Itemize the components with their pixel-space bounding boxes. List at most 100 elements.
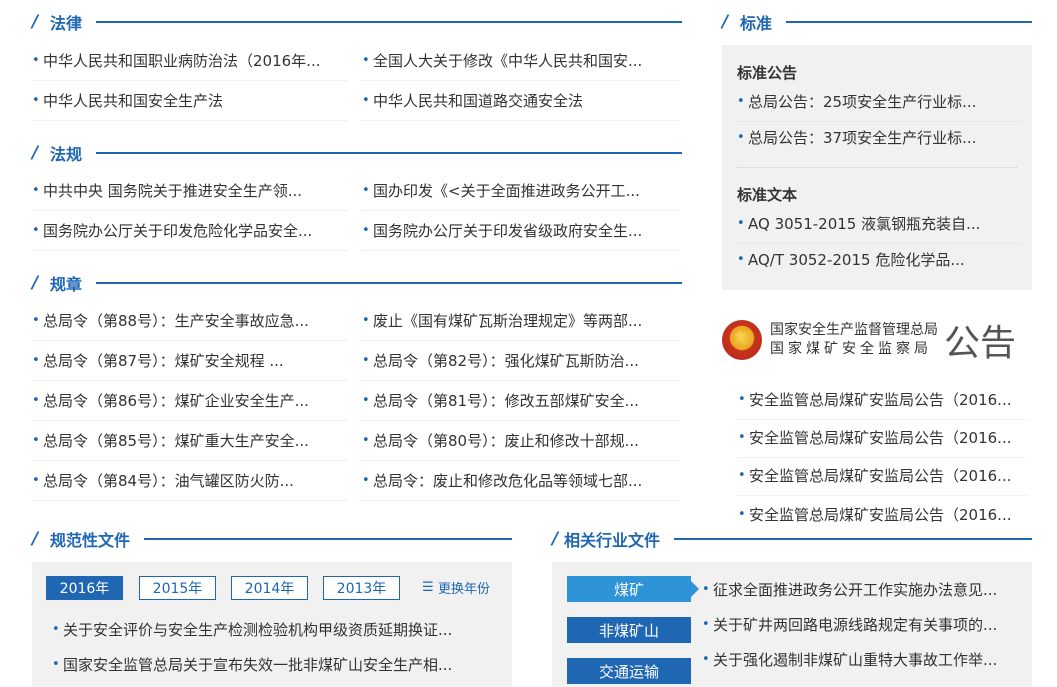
standard-text-link[interactable]: • AQ 3051-2015 液氯钢瓶充装自... bbox=[737, 204, 1022, 244]
rule-link[interactable]: • 总局令（第80号）：废止和修改十部规... bbox=[362, 421, 680, 461]
section-rule bbox=[144, 538, 512, 540]
bullet-icon: • bbox=[362, 353, 370, 368]
bullet-icon: • bbox=[362, 473, 370, 488]
year-tab-2015[interactable]: 2015年 bbox=[139, 576, 216, 600]
switch-year-button[interactable]: ☰ 更换年份 bbox=[422, 578, 490, 597]
bullet-icon: • bbox=[738, 430, 746, 445]
category-transportation[interactable]: 交通运输 bbox=[567, 658, 691, 684]
year-tab-2016[interactable]: 2016年 bbox=[46, 576, 123, 600]
bullet-icon: • bbox=[32, 53, 40, 68]
standards-panel: 标准公告 • 总局公告：25项安全生产行业标... • 总局公告：37项安全生产行业… bbox=[722, 45, 1032, 290]
rule-link[interactable]: • 总局令（第82号）：强化煤矿瓦斯防治... bbox=[362, 341, 680, 381]
bullet-icon: • bbox=[737, 94, 745, 109]
standard-announcement-link[interactable]: • 总局公告：25项安全生产行业标... bbox=[737, 82, 1022, 122]
section-rule bbox=[786, 21, 1032, 23]
industry-section-header: / 相关行业文件 bbox=[552, 527, 1032, 551]
law-link[interactable]: • 中华人民共和国道路交通安全法 bbox=[362, 81, 680, 121]
switch-year-label: 更换年份 bbox=[438, 582, 491, 597]
normative-section-header: / 规范性文件 bbox=[32, 527, 512, 551]
regulations-section-header: / 法规 bbox=[32, 141, 682, 165]
year-tab-2013[interactable]: 2013年 bbox=[323, 576, 400, 600]
announcement-link[interactable]: • 安全监管总局煤矿安监局公告（2016... bbox=[738, 418, 1028, 458]
section-slash-icon: / bbox=[32, 273, 39, 293]
law-link[interactable]: • 中华人民共和国职业病防治法（2016年... bbox=[32, 41, 347, 81]
laws-section-header: / 法律 bbox=[32, 10, 682, 34]
rules-section-header: / 规章 bbox=[32, 271, 682, 295]
bullet-icon: • bbox=[32, 223, 40, 238]
bullet-icon: • bbox=[737, 216, 745, 231]
standard-text-link[interactable]: • AQ/T 3052-2015 危险化学品... bbox=[737, 239, 1022, 279]
announcement-link[interactable]: • 安全监管总局煤矿安监局公告（2016... bbox=[738, 380, 1028, 420]
bullet-icon: • bbox=[32, 433, 40, 448]
rule-link[interactable]: • 总局令（第81号）：修改五部煤矿安全... bbox=[362, 381, 680, 421]
bullet-icon: • bbox=[738, 468, 746, 483]
year-tab-2014[interactable]: 2014年 bbox=[231, 576, 308, 600]
category-non-coal-mine[interactable]: 非煤矿山 bbox=[567, 617, 691, 643]
industry-link[interactable]: • 关于强化遏制非煤矿山重特大事故工作举... bbox=[702, 639, 1024, 679]
bullet-icon: • bbox=[362, 313, 370, 328]
announcements-big-label: 公告 bbox=[944, 323, 1017, 364]
category-coal-mine[interactable]: 煤矿 bbox=[567, 576, 699, 602]
laws-title[interactable]: 法律 bbox=[50, 10, 82, 34]
national-emblem-icon bbox=[722, 320, 762, 360]
regulation-link[interactable]: • 国务院办公厅关于印发危险化学品安全... bbox=[32, 211, 347, 251]
rule-link[interactable]: • 总局令（第84号）：油气罐区防火防... bbox=[32, 461, 347, 501]
section-slash-icon: / bbox=[552, 529, 559, 549]
bullet-icon: • bbox=[702, 581, 710, 597]
regulations-title[interactable]: 法规 bbox=[50, 141, 82, 165]
agency-line1: 国家安全生产监督管理总局 bbox=[770, 322, 938, 338]
section-rule bbox=[96, 152, 682, 154]
section-slash-icon: / bbox=[32, 529, 39, 549]
normative-panel: 2016年 2015年 2014年 2013年 ☰ 更换年份 • 关于安全评价与安… bbox=[32, 562, 512, 687]
bullet-icon: • bbox=[32, 93, 40, 108]
rules-title[interactable]: 规章 bbox=[50, 271, 82, 295]
section-slash-icon: / bbox=[32, 143, 39, 163]
normative-link[interactable]: • 关于安全评价与安全生产检测检验机构甲级资质延期换证... bbox=[52, 609, 502, 649]
bullet-icon: • bbox=[32, 183, 40, 198]
standards-divider bbox=[737, 167, 1017, 168]
bullet-icon: • bbox=[362, 223, 370, 238]
industry-panel: 煤矿 非煤矿山 交通运输 • 征求全面推进政务公开工作实施办法意见... • 关于矿… bbox=[552, 562, 1032, 687]
bullet-icon: • bbox=[52, 656, 60, 672]
normative-title[interactable]: 规范性文件 bbox=[50, 527, 130, 551]
rule-link[interactable]: • 总局令（第86号）：煤矿企业安全生产... bbox=[32, 381, 347, 421]
announcements-banner[interactable]: 国家安全生产监督管理总局 国家煤矿安全监察局 公告 bbox=[722, 310, 1032, 370]
industry-link[interactable]: • 征求全面推进政务公开工作实施办法意见... bbox=[702, 569, 1024, 609]
section-slash-icon: / bbox=[722, 12, 729, 32]
bullet-icon: • bbox=[737, 251, 745, 267]
bullet-icon: • bbox=[362, 93, 370, 108]
section-rule bbox=[96, 282, 682, 284]
industry-title[interactable]: 相关行业文件 bbox=[564, 527, 660, 551]
bullet-icon: • bbox=[738, 392, 746, 407]
standard-announcement-link[interactable]: • 总局公告：37项安全生产行业标... bbox=[737, 117, 1022, 157]
bullet-icon: • bbox=[702, 616, 710, 632]
announcement-link[interactable]: • 安全监管总局煤矿安监局公告（2016... bbox=[738, 456, 1028, 496]
regulation-link[interactable]: • 国办印发《<关于全面推进政务公开工... bbox=[362, 171, 680, 211]
section-slash-icon: / bbox=[32, 12, 39, 32]
bullet-icon: • bbox=[32, 473, 40, 488]
agency-line2: 国家煤矿安全监察局 bbox=[770, 341, 932, 357]
law-link[interactable]: • 中华人民共和国安全生产法 bbox=[32, 81, 347, 121]
rule-link[interactable]: • 总局令：废止和修改危化品等领域七部... bbox=[362, 461, 680, 501]
regulation-link[interactable]: • 中共中央 国务院关于推进安全生产领... bbox=[32, 171, 347, 211]
standards-texts-title[interactable]: 标准文本 bbox=[737, 184, 797, 205]
bullet-icon: • bbox=[52, 621, 60, 637]
rule-link[interactable]: • 总局令（第85号）：煤矿重大生产安全... bbox=[32, 421, 347, 461]
rule-link[interactable]: • 废止《国有煤矿瓦斯治理规定》等两部... bbox=[362, 301, 680, 341]
standards-announcements-title[interactable]: 标准公告 bbox=[737, 62, 797, 83]
rule-link[interactable]: • 总局令（第87号）：煤矿安全规程 ... bbox=[32, 341, 347, 381]
rule-link[interactable]: • 总局令（第88号）：生产安全事故应急... bbox=[32, 301, 347, 341]
normative-link[interactable]: • 国家安全监管总局关于宣布失效一批非煤矿山安全生产相... bbox=[52, 644, 502, 684]
law-link[interactable]: • 全国人大关于修改《中华人民共和国安... bbox=[362, 41, 680, 81]
bullet-icon: • bbox=[737, 129, 745, 145]
regulation-link[interactable]: • 国务院办公厅关于印发省级政府安全生... bbox=[362, 211, 680, 251]
agency-names: 国家安全生产监督管理总局 国家煤矿安全监察局 bbox=[770, 321, 938, 359]
industry-link[interactable]: • 关于矿井两回路电源线路规定有关事项的... bbox=[702, 604, 1024, 644]
list-icon: ☰ bbox=[422, 580, 434, 595]
section-rule bbox=[96, 21, 682, 23]
standards-title[interactable]: 标准 bbox=[740, 10, 772, 34]
bullet-icon: • bbox=[362, 393, 370, 408]
bullet-icon: • bbox=[32, 353, 40, 368]
section-rule bbox=[674, 538, 1032, 540]
bullet-icon: • bbox=[362, 53, 370, 68]
